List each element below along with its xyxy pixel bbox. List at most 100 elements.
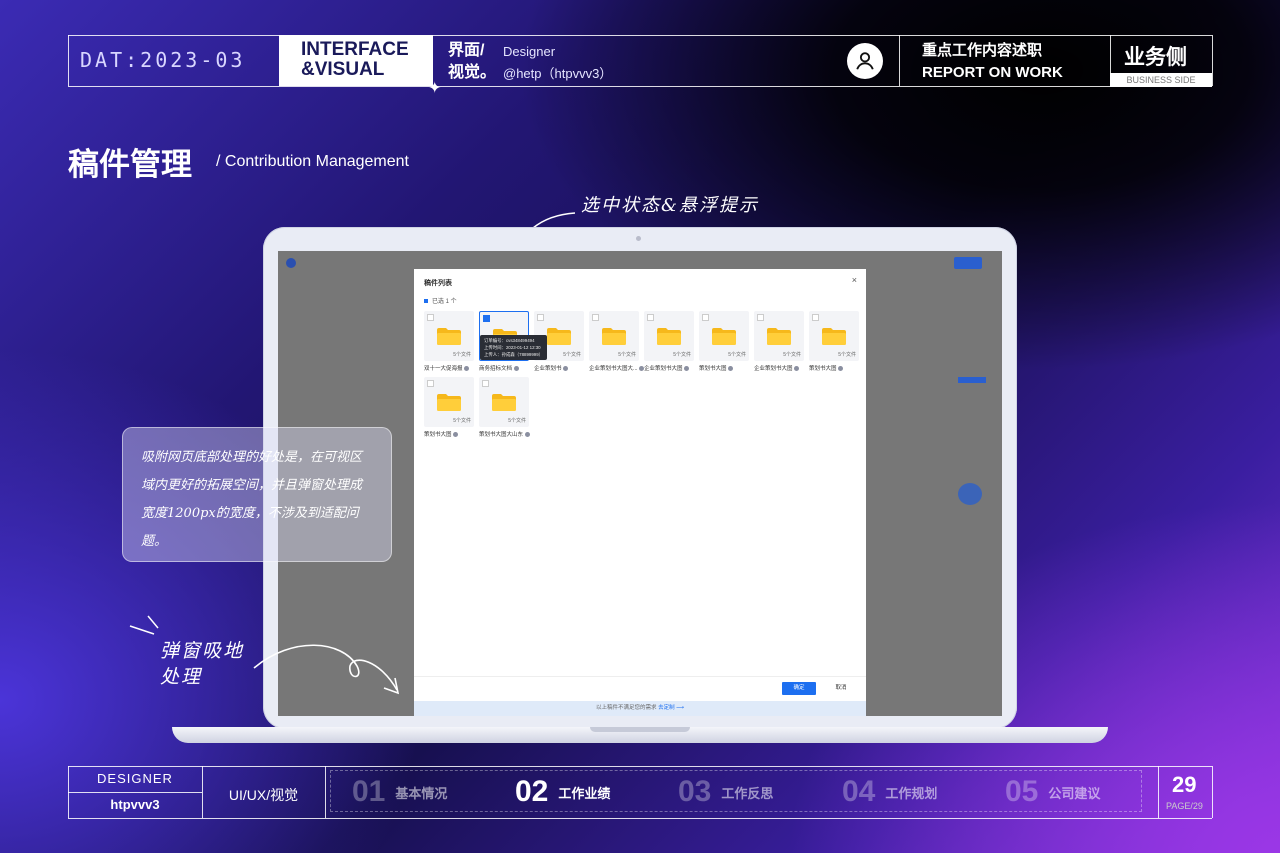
folder-icon [822,328,846,345]
info-icon[interactable] [563,366,569,372]
annotation-selected-hover: 选中状态&悬浮提示 [581,195,760,216]
tooltip-line: 上传人：孙成森（78899999） [484,352,544,357]
file-checkbox[interactable] [702,314,709,321]
cn-line2: 视觉。 [448,64,497,81]
folder-icon [492,394,516,411]
file-item[interactable]: 5个文件企业策划书大图 [754,311,804,372]
laptop-notch [590,727,690,732]
emphasis-lines-icon [129,615,159,635]
file-count: 5个文件 [673,352,691,358]
info-icon[interactable] [838,366,844,372]
designer-handle: @hetp（htpvvv3） [503,66,613,81]
custom-request-bar: 以上稿件不满足您的需求 去定制 ⟶ [414,701,866,716]
file-thumbnail[interactable]: 5个文件 [754,311,804,361]
business-side-title: 业务侧 [1124,46,1187,69]
info-icon[interactable] [684,366,690,372]
file-name-label: 策划书大图 [424,432,452,438]
folder-icon [437,328,461,345]
file-name: 商务招标文档 [479,364,529,372]
file-name: 策划书大图 [809,364,859,372]
note-card: 吸附网页底部处理的好处是，在可视区域内更好的拓展空间，并且弹窗处理成宽度1200… [122,427,392,562]
confirm-button[interactable]: 确定 [782,682,816,695]
page-subtitle: / Contribution Management [216,153,409,170]
file-name: 企业策划书大图大... [589,364,645,372]
footer-bottom-line [68,818,1212,819]
custom-request-link[interactable]: 去定制 ⟶ [658,705,684,711]
nav-number: 02 [515,775,549,808]
nav-item-01[interactable]: 01 基本情况 [352,771,447,813]
modal-footer-divider [414,676,866,677]
file-item[interactable]: 5个文件 企业策划书大图 [644,311,694,372]
page-number: 29 [1172,772,1197,797]
info-icon[interactable] [513,366,519,372]
designer-label: Designer [503,44,556,59]
divider [325,766,326,818]
nav-label: 工作规划 [885,785,938,801]
nav-item-03[interactable]: 03 工作反思 [678,771,773,813]
info-icon[interactable] [794,366,800,372]
file-checkbox[interactable] [647,314,654,321]
file-name-label: 策划书大图 [699,366,727,372]
bg-header-button [954,257,982,269]
bg-side-avatar [958,483,982,505]
file-thumbnail[interactable]: 5个文件 [644,311,694,361]
file-checkbox[interactable] [757,314,764,321]
nav-label: 工作业绩 [558,785,611,801]
file-checkbox[interactable] [592,314,599,321]
header-bottom-line [68,86,1212,87]
modal-title: 稿件列表 [424,280,452,287]
nav-number: 04 [842,775,876,808]
file-checkbox[interactable] [483,315,490,322]
file-item[interactable]: 5个文件策划书大图 [809,311,859,372]
file-thumbnail[interactable]: 5个文件 [809,311,859,361]
file-name-label: 策划书大图 [809,366,837,372]
info-icon[interactable] [524,432,530,438]
contribution-modal: 稿件列表 × 已选 1 个 5个文件双十一大促海报 5个文件商务招标文档 5个文… [414,269,866,716]
file-item[interactable]: 5个文件企业策划书大图大... [589,311,645,372]
selected-count: 已选 1 个 [424,296,457,305]
nav-item-04[interactable]: 04 工作规划 [842,771,937,813]
file-checkbox[interactable] [482,380,489,387]
file-name-label: 企业策划书 [534,366,562,372]
selected-count-label: 已选 1 个 [432,299,457,305]
nav-number: 01 [352,775,386,808]
file-item[interactable]: 5个文件 双十一大促海报 [424,311,474,372]
info-icon[interactable] [464,366,470,372]
file-count: 5个文件 [563,352,581,358]
info-icon[interactable] [728,366,734,372]
nav-label: 公司建议 [1048,785,1101,801]
file-checkbox[interactable] [427,314,434,321]
file-checkbox[interactable] [537,314,544,321]
cancel-button[interactable]: 取消 [824,682,858,695]
file-name-label: 商务招标文档 [479,366,513,372]
loop-arrow-icon [253,644,400,695]
info-icon[interactable] [453,432,459,438]
divider [1212,766,1213,818]
file-thumbnail[interactable]: 5个文件 [589,311,639,361]
file-checkbox[interactable] [812,314,819,321]
folder-icon [767,328,791,345]
file-thumbnail[interactable]: 5个文件 [424,311,474,361]
file-item[interactable]: 5个文件策划书大图 [699,311,749,372]
nav-item-02[interactable]: 02 工作业绩 [515,771,610,813]
nav-item-05[interactable]: 05 公司建议 [1005,771,1100,813]
footer-designer-name: htpvvv3 [110,797,160,812]
file-thumbnail[interactable]: 5个文件 [479,377,529,427]
logo-icon [286,258,296,268]
file-thumbnail[interactable]: 5个文件 [699,311,749,361]
custom-request-text: 以上稿件不满足您的需求 [596,705,657,711]
file-checkbox[interactable] [427,380,434,387]
file-item[interactable]: 5个文件 策划书大图大山东 [479,377,530,438]
file-item[interactable]: 5个文件策划书大图 [424,377,474,438]
file-thumbnail[interactable]: 5个文件 [424,377,474,427]
folder-icon [437,394,461,411]
file-name: 企业策划书大图 [754,364,804,372]
divider [1158,766,1159,818]
folder-icon [712,328,736,345]
bg-side-widget [958,377,986,383]
close-icon[interactable]: × [852,275,857,285]
nav-label: 基本情况 [395,785,448,801]
annotation-bottom-line2: 处理 [160,666,203,688]
file-count: 5个文件 [728,352,746,358]
folder-icon [657,328,681,345]
